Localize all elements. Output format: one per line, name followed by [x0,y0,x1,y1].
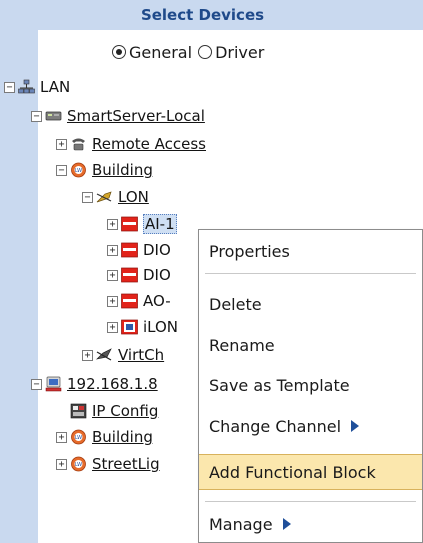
tree-label-ip-server: 192.168.1.8 [67,375,158,393]
device-icon [121,293,138,309]
menu-item-change-channel[interactable]: Change Channel [199,408,422,444]
menu-item-properties-label: Properties [209,241,290,261]
tree-node-ilon[interactable]: + iLON [107,316,178,338]
svg-text:LW: LW [75,462,82,468]
tree-node-dio-2[interactable]: + DIO [107,264,171,286]
menu-separator [205,501,416,502]
lonworks-icon: LW [71,456,86,472]
menu-item-delete-label: Delete [209,294,262,314]
expand-icon[interactable]: + [82,349,93,361]
network-icon [18,79,35,94]
tree-label-building-2: Building [92,428,153,446]
menu-item-manage[interactable]: Manage [199,506,422,542]
tree-label-ai1: AI-1 [143,214,177,234]
server-icon [45,111,62,121]
tree-node-ip-server[interactable]: − 192.168.1.8 [31,373,158,395]
tree-node-dio-1[interactable]: + DIO [107,239,171,261]
tree-label-smartserver: SmartServer-Local [67,107,205,125]
context-menu: Properties Delete Rename Save as Templat… [198,229,423,543]
device-icon [121,267,138,283]
collapse-icon[interactable]: − [82,191,93,203]
radio-driver-label: Driver [215,42,265,62]
tree-node-smartserver[interactable]: − SmartServer-Local [31,105,205,127]
menu-item-properties[interactable]: Properties [199,233,422,269]
radio-general-label: General [129,42,193,62]
expand-icon[interactable]: + [56,431,67,443]
channel-icon [96,191,112,203]
ip-config-icon [70,403,87,419]
ilon-device-icon [121,319,138,335]
menu-item-save-as-template-label: Save as Template [209,375,350,395]
menu-item-add-functional-block[interactable]: Add Functional Block [199,454,422,490]
collapse-icon[interactable]: − [31,110,42,122]
menu-separator [205,273,416,274]
tree-node-ao[interactable]: + AO- [107,290,171,312]
tree-label-building: Building [92,161,153,179]
radio-general[interactable]: General [112,43,192,62]
tree-label-dio-2: DIO [143,266,171,284]
view-mode-selector: General Driver [112,40,264,64]
tree-node-lon[interactable]: − LON [82,186,149,208]
tree-label-ao: AO- [143,292,171,310]
tree-label-dio-1: DIO [143,241,171,259]
tree-node-ai1[interactable]: + AI-1 [107,213,177,235]
svg-text:LW: LW [75,168,82,174]
radio-driver[interactable]: Driver [198,43,264,62]
expand-icon[interactable]: + [107,218,118,230]
tree-node-building[interactable]: − LW Building [56,159,153,181]
expand-icon[interactable]: + [107,269,118,281]
expand-icon[interactable]: + [107,244,118,256]
tree-node-building-2[interactable]: + LW Building [56,426,153,448]
radio-driver-button[interactable] [198,45,213,59]
tree-label-ilon: iLON [143,318,179,336]
panel-title: Select Devices [140,6,265,24]
tree-label-remote-access: Remote Access [92,135,206,153]
tree-label-lon: LON [118,188,149,206]
radio-general-button[interactable] [112,45,126,59]
menu-item-save-as-template[interactable]: Save as Template [199,367,422,403]
menu-item-manage-label: Manage [209,514,273,534]
tree-node-ip-config[interactable]: IP Config [70,400,158,422]
lonworks-icon: LW [71,162,86,178]
tree-node-virtch[interactable]: + VirtCh [82,344,164,366]
collapse-icon[interactable]: − [4,81,15,93]
expand-icon[interactable]: + [107,295,118,307]
tree-label-ip-config: IP Config [92,402,159,420]
menu-item-change-channel-label: Change Channel [209,416,342,436]
telephone-icon [72,138,85,151]
menu-item-add-functional-block-label: Add Functional Block [209,462,376,482]
tree-node-lan[interactable]: − LAN [4,76,70,98]
collapse-icon[interactable]: − [31,378,42,390]
submenu-arrow-icon [351,420,360,432]
panel-header: Select Devices [38,0,423,30]
collapse-icon[interactable]: − [56,164,67,176]
device-icon [121,216,138,232]
computer-icon [45,376,62,392]
menu-item-rename[interactable]: Rename [199,327,422,363]
menu-item-delete[interactable]: Delete [199,286,422,322]
tree-label-virtch: VirtCh [118,346,165,364]
virtual-channel-icon [96,348,112,361]
device-icon [121,242,138,258]
lonworks-icon: LW [71,429,86,445]
expand-icon[interactable]: + [56,138,67,150]
tree-label-lan: LAN [40,78,71,96]
expand-icon[interactable]: + [56,458,67,470]
tree-node-remote-access[interactable]: + Remote Access [56,133,206,155]
menu-item-rename-label: Rename [209,335,275,355]
submenu-arrow-icon [282,518,291,530]
tree-label-streetlight: StreetLig [92,455,160,473]
expand-icon[interactable]: + [107,321,118,333]
svg-text:LW: LW [75,435,82,441]
tree-node-streetlight[interactable]: + LW StreetLig [56,453,160,475]
